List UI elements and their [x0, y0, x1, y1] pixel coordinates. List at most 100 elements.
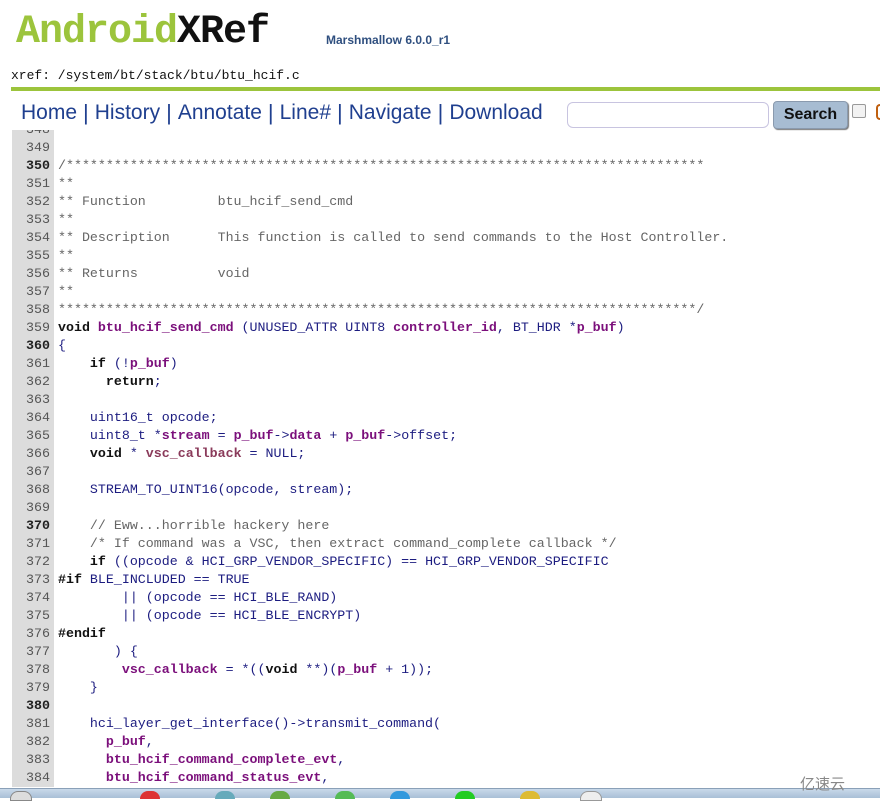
identifier-link[interactable]: data [289, 428, 321, 443]
line-number[interactable]: 374 [12, 589, 54, 607]
line-number[interactable]: 384 [12, 769, 54, 787]
nav-line-numbers[interactable]: Line# [280, 101, 331, 125]
identifier-link[interactable]: btu_hcif_send_cmd [98, 320, 234, 335]
line-number[interactable]: 361 [12, 355, 54, 373]
identifier-link[interactable]: stream [162, 428, 210, 443]
line-number[interactable]: 366 [12, 445, 54, 463]
code-line: 379 } [12, 679, 880, 697]
line-number[interactable]: 381 [12, 715, 54, 733]
nav-history[interactable]: History [95, 101, 160, 125]
code-line: 377 ) { [12, 643, 880, 661]
line-number[interactable]: 365 [12, 427, 54, 445]
line-number[interactable]: 351 [12, 175, 54, 193]
identifier-link[interactable]: vsc_callback [122, 662, 218, 677]
line-number[interactable]: 367 [12, 463, 54, 481]
line-number[interactable]: 348 [12, 130, 54, 139]
taskbar-app-icon[interactable] [215, 791, 235, 799]
line-number[interactable]: 350 [12, 157, 54, 175]
line-number[interactable]: 355 [12, 247, 54, 265]
code-text: // Eww...horrible hackery here [58, 517, 329, 535]
code-line: 354 ** Description This function is calle… [12, 229, 880, 247]
line-number[interactable]: 370 [12, 517, 54, 535]
line-number[interactable]: 373 [12, 571, 54, 589]
search-scope-checkbox[interactable] [852, 104, 866, 118]
identifier-link[interactable]: btu_hcif_command_status_evt [106, 770, 321, 785]
code-text: || (opcode == HCI_BLE_ENCRYPT) [58, 607, 361, 625]
code-token: uint16_t opcode; [58, 410, 218, 425]
code-text: vsc_callback = *((void **)(p_buf + 1)); [58, 661, 433, 679]
identifier-link[interactable]: vsc_callback [146, 446, 242, 461]
line-number[interactable]: 377 [12, 643, 54, 661]
code-line: 371 /* If command was a VSC, then extrac… [12, 535, 880, 553]
code-line: 356 ** Returns void [12, 265, 880, 283]
code-line: 353 ** [12, 211, 880, 229]
code-line: 355 ** [12, 247, 880, 265]
line-number[interactable]: 364 [12, 409, 54, 427]
search-input[interactable] [567, 102, 769, 128]
line-number[interactable]: 352 [12, 193, 54, 211]
line-number[interactable]: 357 [12, 283, 54, 301]
nav-home[interactable]: Home [21, 101, 77, 125]
code-token: , [321, 770, 330, 785]
keyword: void [58, 320, 90, 335]
taskbar-app-icon[interactable] [270, 791, 290, 799]
code-line: 378 vsc_callback = *((void **)(p_buf + 1… [12, 661, 880, 679]
identifier-link[interactable]: btu_hcif_command_complete_evt [106, 752, 337, 767]
code-text: btu_hcif_command_status_evt, [58, 769, 329, 787]
line-number[interactable]: 363 [12, 391, 54, 409]
line-number[interactable]: 382 [12, 733, 54, 751]
code-token: , [337, 752, 346, 767]
keyword: void [89, 446, 122, 461]
identifier-link[interactable]: p_buf [130, 356, 170, 371]
identifier-link[interactable]: p_buf [345, 428, 385, 443]
line-number[interactable]: 379 [12, 679, 54, 697]
comment: /* If command was a VSC, then extract co… [58, 536, 617, 551]
identifier-link[interactable]: p_buf [106, 734, 146, 749]
start-button-icon[interactable] [10, 791, 32, 801]
code-line: 361 if (!p_buf) [12, 355, 880, 373]
nav-annotate[interactable]: Annotate [178, 101, 262, 125]
taskbar-app-icon[interactable] [580, 791, 602, 801]
line-number[interactable]: 376 [12, 625, 54, 643]
identifier-link[interactable]: controller_id [393, 320, 497, 335]
line-number[interactable]: 375 [12, 607, 54, 625]
taskbar-app-icon[interactable] [140, 791, 160, 799]
code-token: (! [105, 356, 130, 371]
taskbar-app-icon[interactable] [520, 791, 540, 799]
nav-download[interactable]: Download [449, 101, 542, 125]
line-number[interactable]: 383 [12, 751, 54, 769]
androidxref-logo[interactable]: AndroidXRef [16, 10, 270, 55]
taskbar-app-icon[interactable] [455, 791, 475, 799]
line-number[interactable]: 362 [12, 373, 54, 391]
line-number[interactable]: 349 [12, 139, 54, 157]
code-line: 370 // Eww...horrible hackery here [12, 517, 880, 535]
line-number[interactable]: 354 [12, 229, 54, 247]
line-number[interactable]: 356 [12, 265, 54, 283]
code-token: = *(( [217, 662, 266, 677]
line-number[interactable]: 369 [12, 499, 54, 517]
line-number[interactable]: 368 [12, 481, 54, 499]
taskbar-app-icon[interactable] [390, 791, 410, 799]
line-number[interactable]: 371 [12, 535, 54, 553]
code-token: ) [616, 320, 625, 335]
code-token: **)( [297, 662, 338, 677]
line-number[interactable]: 358 [12, 301, 54, 319]
identifier-link[interactable]: p_buf [234, 428, 274, 443]
line-number[interactable]: 359 [12, 319, 54, 337]
code-line: 350 /************************************… [12, 157, 880, 175]
line-number[interactable]: 353 [12, 211, 54, 229]
logo-android-text: Android [16, 10, 178, 55]
line-number[interactable]: 380 [12, 697, 54, 715]
line-number[interactable]: 372 [12, 553, 54, 571]
version-label: Marshmallow 6.0.0_r1 [326, 33, 451, 47]
code-line: 373 #if BLE_INCLUDED == TRUE [12, 571, 880, 589]
line-number[interactable]: 360 [12, 337, 54, 355]
identifier-link[interactable]: p_buf [337, 662, 377, 677]
search-button[interactable]: Search [773, 101, 848, 129]
taskbar-app-icon[interactable] [335, 791, 355, 799]
line-number[interactable]: 378 [12, 661, 54, 679]
identifier-link[interactable]: p_buf [577, 320, 617, 335]
nav-separator: | [83, 100, 89, 125]
nav-navigate[interactable]: Navigate [349, 101, 432, 125]
